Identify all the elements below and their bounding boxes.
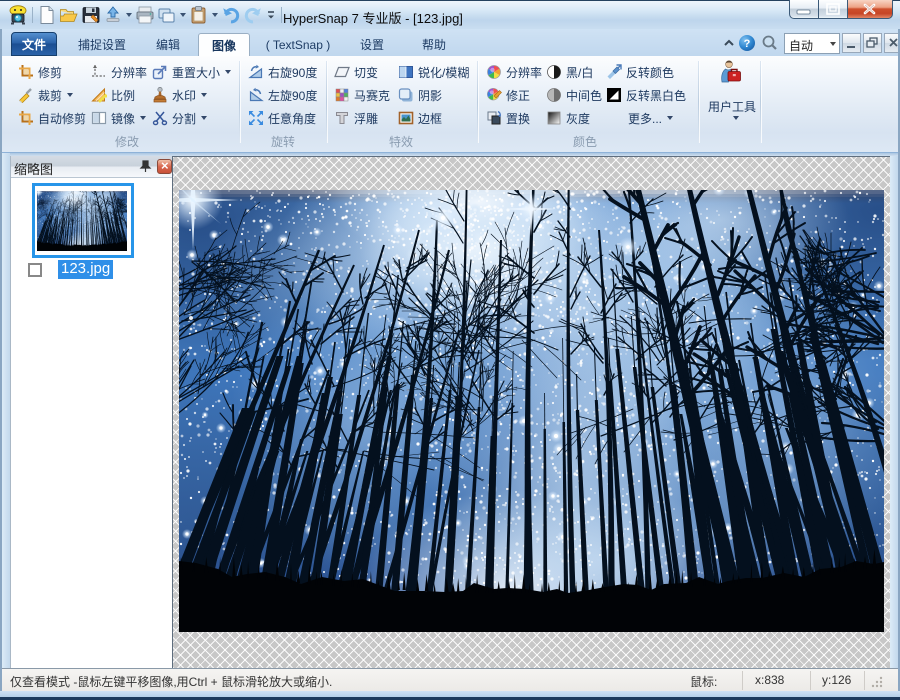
svg-text:?: ? xyxy=(744,38,751,50)
